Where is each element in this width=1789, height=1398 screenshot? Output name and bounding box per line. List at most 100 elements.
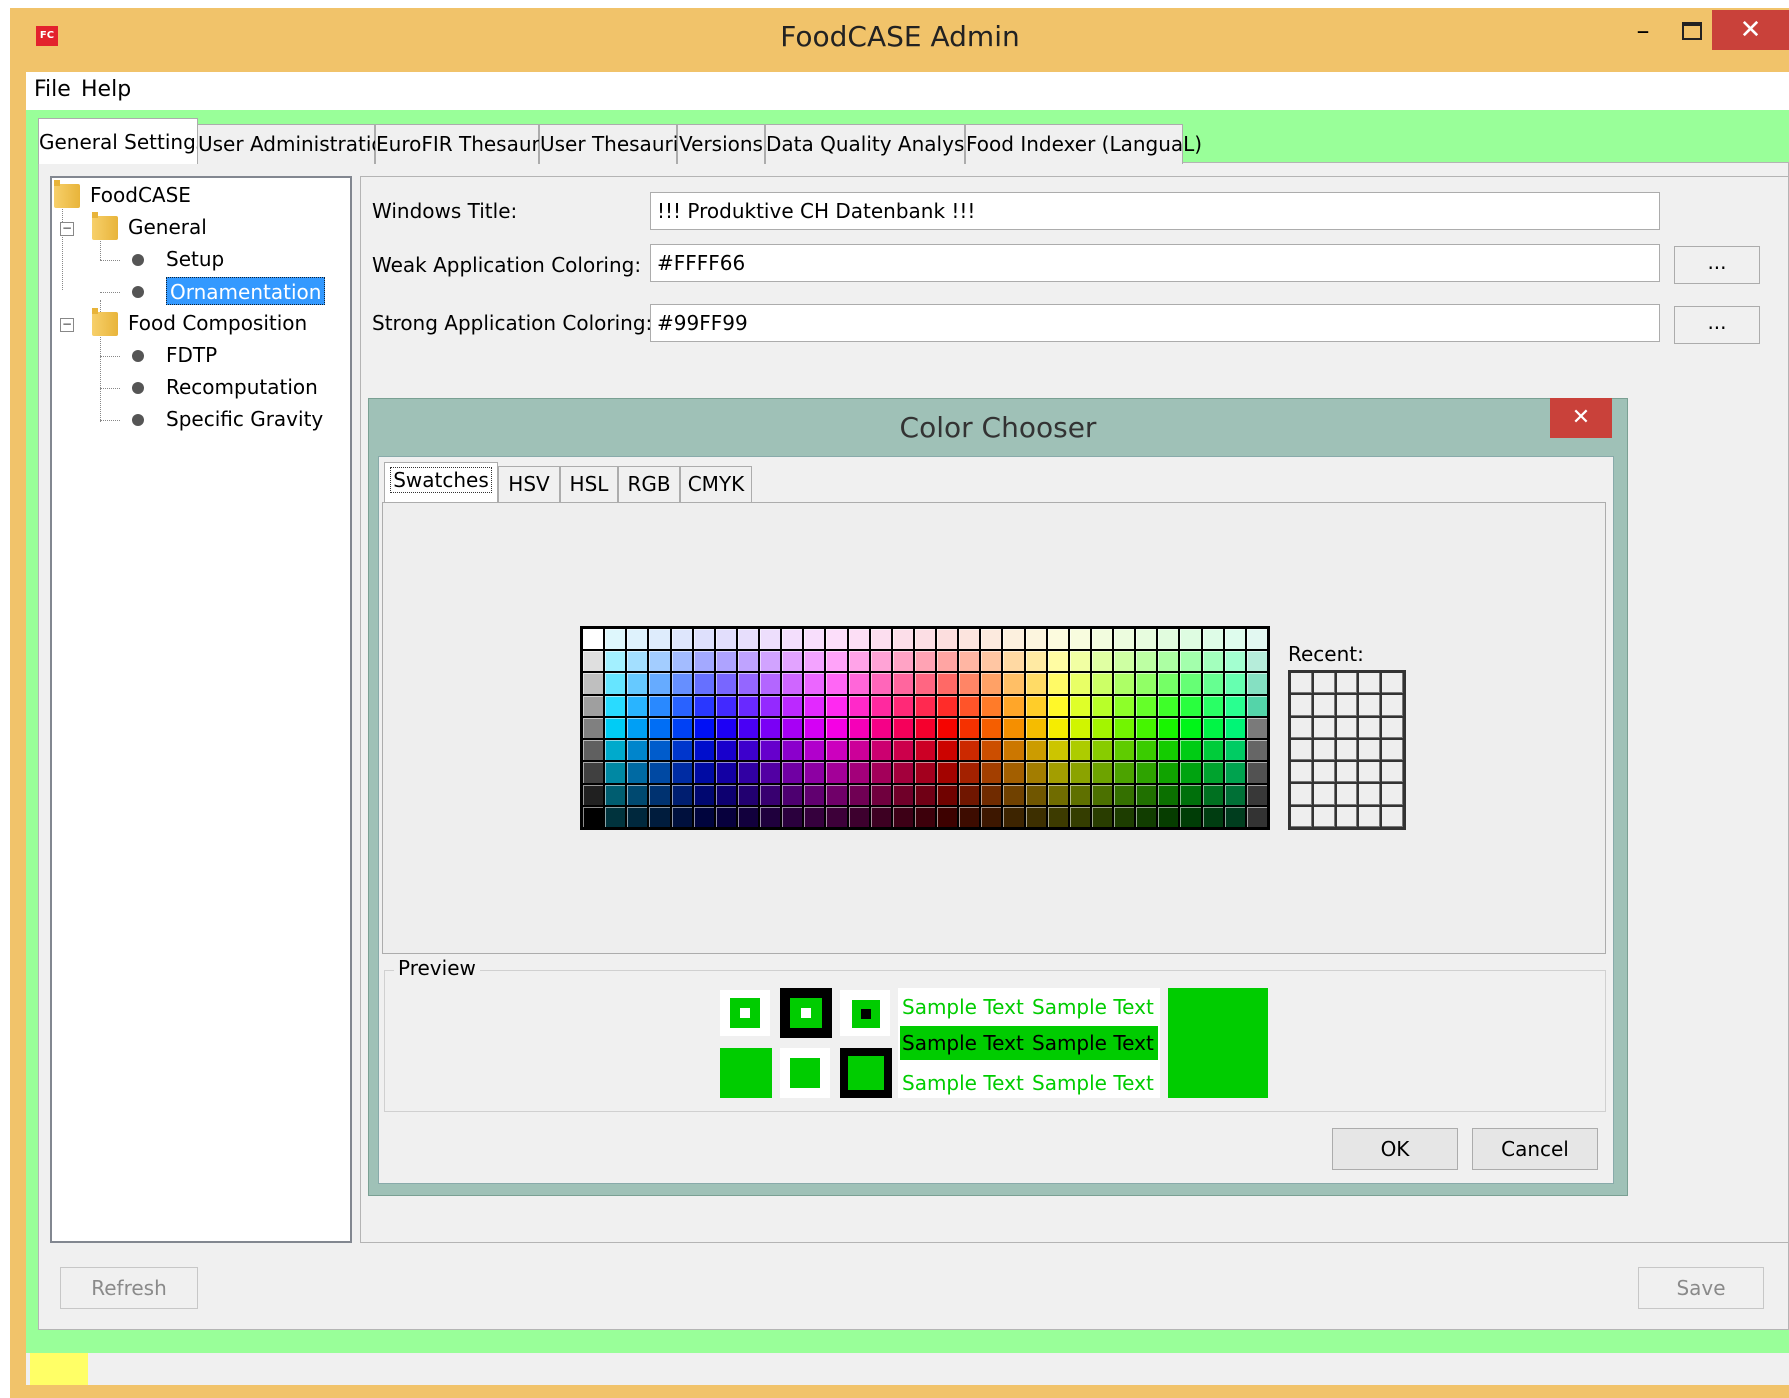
swatch-cell[interactable] — [1047, 806, 1068, 827]
swatch-cell[interactable] — [1202, 762, 1223, 783]
swatch-cell[interactable] — [1180, 784, 1201, 805]
swatch-cell[interactable] — [870, 762, 891, 783]
swatch-cell[interactable] — [1025, 651, 1046, 672]
swatch-cell[interactable] — [1091, 740, 1113, 761]
swatch-cell[interactable] — [760, 629, 781, 650]
swatch-cell[interactable] — [1158, 651, 1179, 672]
swatch-cell[interactable] — [1224, 695, 1245, 716]
recent-swatch-cell[interactable] — [1336, 717, 1358, 738]
swatch-cell[interactable] — [892, 784, 913, 805]
dialog-close-button[interactable]: ✕ — [1550, 398, 1612, 438]
swatch-cell[interactable] — [1158, 806, 1179, 827]
recent-swatch-cell[interactable] — [1291, 784, 1312, 805]
swatch-cell[interactable] — [981, 629, 1002, 650]
swatch-cell[interactable] — [760, 784, 781, 805]
swatch-cell[interactable] — [671, 629, 692, 650]
swatch-cell[interactable] — [826, 673, 847, 694]
swatch-cell[interactable] — [627, 695, 648, 716]
swatch-cell[interactable] — [1047, 695, 1068, 716]
swatch-cell[interactable] — [1246, 695, 1267, 716]
swatch-cell[interactable] — [914, 740, 936, 761]
swatch-cell[interactable] — [693, 673, 714, 694]
swatch-cell[interactable] — [848, 695, 869, 716]
swatch-cell[interactable] — [760, 651, 781, 672]
swatch-cell[interactable] — [959, 629, 980, 650]
swatch-cell[interactable] — [715, 651, 736, 672]
swatch-cell[interactable] — [782, 717, 803, 739]
swatch-cell[interactable] — [826, 762, 847, 783]
swatch-cell[interactable] — [1180, 762, 1201, 783]
swatch-cell[interactable] — [848, 651, 869, 672]
swatch-cell[interactable] — [848, 629, 869, 650]
swatch-cell[interactable] — [605, 784, 626, 805]
swatch-cell[interactable] — [1246, 740, 1267, 761]
swatch-cell[interactable] — [1246, 651, 1267, 672]
swatch-cell[interactable] — [649, 651, 670, 672]
swatch-cell[interactable] — [782, 806, 803, 827]
swatch-cell[interactable] — [1202, 717, 1223, 739]
swatch-cell[interactable] — [1069, 784, 1090, 805]
swatch-cell[interactable] — [937, 651, 958, 672]
swatch-cell[interactable] — [1202, 784, 1223, 805]
swatch-cell[interactable] — [1091, 629, 1113, 650]
swatch-cell[interactable] — [1003, 717, 1024, 739]
swatch-cell[interactable] — [804, 695, 825, 716]
swatch-cell[interactable] — [959, 806, 980, 827]
swatch-cell[interactable] — [892, 762, 913, 783]
swatch-cell[interactable] — [737, 695, 759, 716]
tab-general-settings[interactable]: General Settings — [38, 118, 206, 164]
swatch-cell[interactable] — [848, 784, 869, 805]
swatch-cell[interactable] — [1025, 673, 1046, 694]
swatch-cell[interactable] — [826, 740, 847, 761]
swatch-cell[interactable] — [649, 806, 670, 827]
swatch-cell[interactable] — [804, 762, 825, 783]
swatch-cell[interactable] — [937, 695, 958, 716]
recent-swatch-cell[interactable] — [1313, 784, 1335, 805]
swatch-cell[interactable] — [715, 695, 736, 716]
menu-file[interactable]: File — [34, 74, 71, 106]
swatch-cell[interactable] — [737, 629, 759, 650]
swatch-cell[interactable] — [782, 629, 803, 650]
recent-swatch-cell[interactable] — [1291, 739, 1312, 761]
cancel-button[interactable]: Cancel — [1472, 1128, 1598, 1170]
swatch-cell[interactable] — [649, 673, 670, 694]
weak-coloring-field[interactable]: #FFFF66 — [650, 244, 1660, 282]
ok-button[interactable]: OK — [1332, 1128, 1458, 1170]
swatch-cell[interactable] — [848, 673, 869, 694]
swatch-cell[interactable] — [848, 740, 869, 761]
swatch-cell[interactable] — [693, 740, 714, 761]
tab-user-thesauri[interactable]: User Thesauri — [539, 124, 678, 164]
swatch-cell[interactable] — [782, 784, 803, 805]
swatch-cell[interactable] — [649, 629, 670, 650]
refresh-button[interactable]: Refresh — [60, 1267, 198, 1309]
swatch-cell[interactable] — [914, 695, 936, 716]
swatch-cell[interactable] — [937, 762, 958, 783]
swatch-cell[interactable] — [826, 784, 847, 805]
swatch-cell[interactable] — [693, 784, 714, 805]
swatch-cell[interactable] — [605, 651, 626, 672]
swatch-cell[interactable] — [1202, 806, 1223, 827]
swatch-cell[interactable] — [1114, 695, 1135, 716]
swatch-cell[interactable] — [1047, 629, 1068, 650]
recent-swatch-cell[interactable] — [1291, 762, 1312, 783]
swatch-cell[interactable] — [1136, 651, 1157, 672]
swatch-cell[interactable] — [1136, 629, 1157, 650]
tab-versions[interactable]: Versions — [677, 124, 765, 164]
swatch-cell[interactable] — [848, 806, 869, 827]
swatch-cell[interactable] — [671, 717, 692, 739]
swatch-cell[interactable] — [1202, 673, 1223, 694]
swatch-cell[interactable] — [760, 695, 781, 716]
swatch-cell[interactable] — [892, 806, 913, 827]
swatch-cell[interactable] — [1069, 673, 1090, 694]
swatch-cell[interactable] — [848, 717, 869, 739]
recent-swatch-cell[interactable] — [1336, 695, 1358, 716]
recent-swatch-cell[interactable] — [1313, 739, 1335, 761]
swatch-cell[interactable] — [1180, 629, 1201, 650]
strong-color-browse-button[interactable]: ... — [1674, 306, 1760, 344]
swatch-cell[interactable] — [892, 673, 913, 694]
swatch-cell[interactable] — [937, 784, 958, 805]
swatch-cell[interactable] — [671, 740, 692, 761]
swatch-cell[interactable] — [605, 806, 626, 827]
swatch-cell[interactable] — [1158, 695, 1179, 716]
swatch-cell[interactable] — [892, 651, 913, 672]
